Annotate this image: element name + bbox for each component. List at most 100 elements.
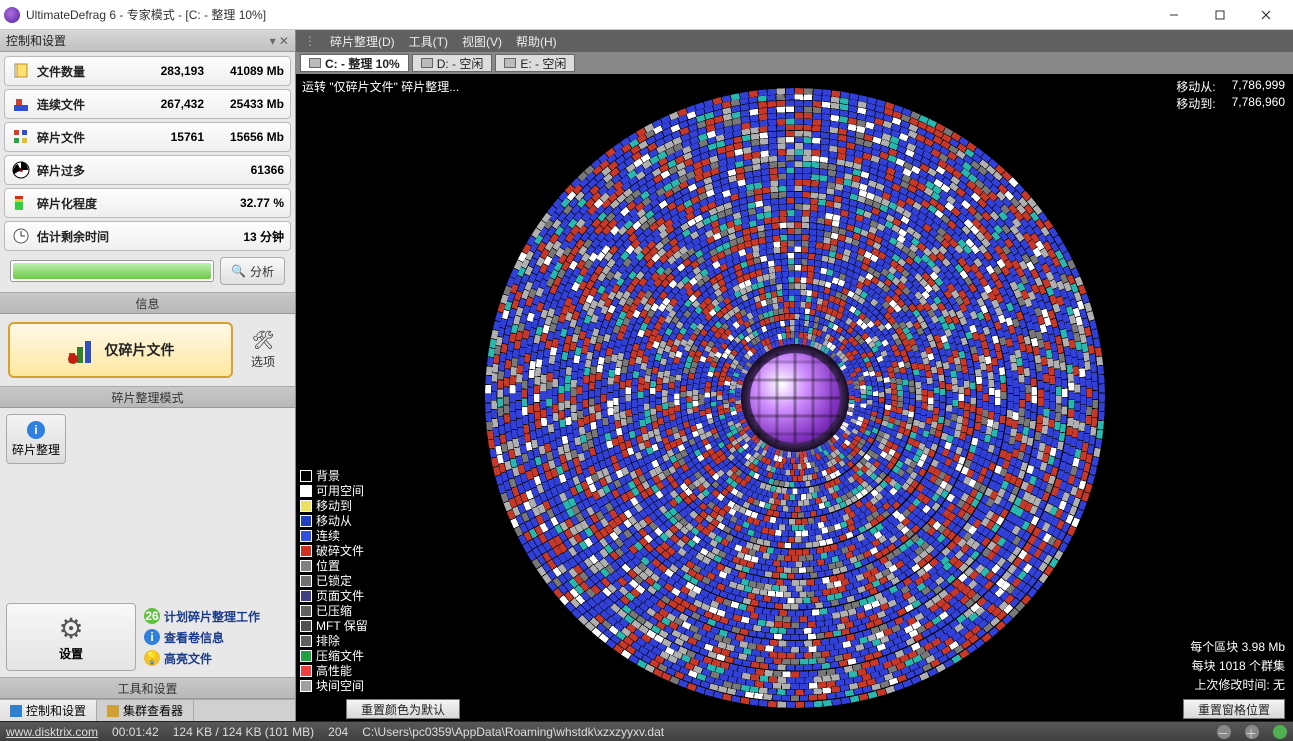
legend-item[interactable]: 块间空间 xyxy=(300,678,368,693)
search-icon: 🔍 xyxy=(231,264,246,278)
link-highlight[interactable]: 💡 高亮文件 xyxy=(144,650,289,667)
menu-view[interactable]: 视图(V) xyxy=(462,33,502,50)
sidebar: 控制和设置 ▾ ✕ 文件数量 283,193 41089 Mb 连续文件 267… xyxy=(0,30,296,721)
stat-fragmented: 碎片文件 15761 15656 Mb xyxy=(4,122,291,152)
legend-item[interactable]: 位置 xyxy=(300,558,368,573)
link-volume-info[interactable]: i 查看卷信息 xyxy=(144,629,289,646)
analyze-button[interactable]: 🔍 分析 xyxy=(220,257,285,285)
calendar-icon: 26 xyxy=(144,608,160,624)
progress-bar xyxy=(10,260,214,282)
status-count: 204 xyxy=(328,725,348,739)
legend-item[interactable]: MFT 保留 xyxy=(300,618,368,633)
settings-button[interactable]: ⚙ 设置 xyxy=(6,603,136,671)
link-schedule[interactable]: 26 计划碎片整理工作 xyxy=(144,608,289,625)
legend-swatch xyxy=(300,605,312,617)
bars-icon xyxy=(67,335,97,365)
menubar: ⋮ 碎片整理(D) 工具(T) 视图(V) 帮助(H) xyxy=(296,30,1293,52)
stat-excess-frag: 碎片过多 61366 xyxy=(4,155,291,185)
legend-item[interactable]: 页面文件 xyxy=(300,588,368,603)
viz-block-info: 每个區块 3.98 Mb 每块 1018 个群集 上次修改时间: 无 xyxy=(1190,636,1285,693)
legend-swatch xyxy=(300,515,312,527)
maximize-button[interactable] xyxy=(1197,0,1243,30)
content-area: ⋮ 碎片整理(D) 工具(T) 视图(V) 帮助(H) C: - 整理 10% … xyxy=(296,30,1293,721)
panel-icon xyxy=(10,705,22,717)
legend-item[interactable]: 可用空间 xyxy=(300,483,368,498)
vendor-link[interactable]: www.disktrix.com xyxy=(6,725,98,739)
disk-visualization[interactable]: 运转 "仅碎片文件" 碎片整理... 移动从:7,786,999 移动到:7,7… xyxy=(296,74,1293,721)
options-button[interactable]: 🛠 选项 xyxy=(239,322,287,378)
gear-icon: ⚙ xyxy=(58,612,83,645)
reset-window-button[interactable]: 重置窗格位置 xyxy=(1183,699,1285,719)
stat-frag-level: 碎片化程度 32.77 % xyxy=(4,188,291,218)
gauge-icon xyxy=(11,193,31,213)
legend-swatch xyxy=(300,560,312,572)
menu-help[interactable]: 帮助(H) xyxy=(516,33,557,50)
tools-icon: 🛠 xyxy=(252,330,275,351)
viz-move-stats: 移动从:7,786,999 移动到:7,786,960 xyxy=(1176,78,1285,112)
legend-swatch xyxy=(300,545,312,557)
legend-item[interactable]: 已压缩 xyxy=(300,603,368,618)
legend-swatch xyxy=(300,680,312,692)
legend-label: 块间空间 xyxy=(316,677,364,694)
drive-tab-d[interactable]: D: - 空闲 xyxy=(412,54,493,72)
fragmented-icon xyxy=(11,127,31,147)
legend-swatch xyxy=(300,650,312,662)
drive-tab-c[interactable]: C: - 整理 10% xyxy=(300,54,409,72)
legend-item[interactable]: 背景 xyxy=(300,468,368,483)
legend-item[interactable]: 压缩文件 xyxy=(300,648,368,663)
close-button[interactable] xyxy=(1243,0,1289,30)
minimize-button[interactable] xyxy=(1151,0,1197,30)
drive-tabs: C: - 整理 10% D: - 空闲 E: - 空闲 xyxy=(296,52,1293,74)
zoom-in-icon[interactable]: ＋ xyxy=(1245,725,1259,739)
info-section-label: 信息 xyxy=(0,292,295,314)
defrag-tab-button[interactable]: i 碎片整理 xyxy=(6,414,66,464)
legend-swatch xyxy=(300,575,312,587)
stat-contiguous: 连续文件 267,432 25433 Mb xyxy=(4,89,291,119)
info-icon: i xyxy=(144,629,160,645)
legend-swatch xyxy=(300,485,312,497)
legend-swatch xyxy=(300,620,312,632)
defrag-mode-button[interactable]: 仅碎片文件 xyxy=(8,322,233,378)
bottom-tab-control[interactable]: 控制和设置 xyxy=(0,700,97,721)
info-icon: i xyxy=(27,421,45,439)
menu-defrag[interactable]: 碎片整理(D) xyxy=(330,33,395,50)
radiation-icon xyxy=(11,160,31,180)
clock-icon xyxy=(11,226,31,246)
mode-section-label: 碎片整理模式 xyxy=(0,386,295,408)
drive-icon xyxy=(421,58,433,68)
window-title: UltimateDefrag 6 - 专家模式 - [C: - 整理 10%] xyxy=(26,6,1151,23)
legend-item[interactable]: 排除 xyxy=(300,633,368,648)
drive-icon xyxy=(309,58,321,68)
dropdown-icon: ▾ ✕ xyxy=(270,34,289,48)
status-icon[interactable] xyxy=(1273,725,1287,739)
legend: 背景可用空间移动到移动从连续破碎文件位置已锁定页面文件已压缩MFT 保留排除压缩… xyxy=(300,468,368,693)
menu-tools[interactable]: 工具(T) xyxy=(409,33,448,50)
stat-time-remaining: 估计剩余时间 13 分钟 xyxy=(4,221,291,251)
files-icon xyxy=(11,61,31,81)
legend-swatch xyxy=(300,470,312,482)
bottom-tab-cluster[interactable]: 集群查看器 xyxy=(97,700,194,721)
viz-status: 运转 "仅碎片文件" 碎片整理... xyxy=(302,78,459,95)
legend-swatch xyxy=(300,665,312,677)
contiguous-icon xyxy=(11,94,31,114)
legend-swatch xyxy=(300,500,312,512)
legend-swatch xyxy=(300,530,312,542)
sidebar-header-label: 控制和设置 xyxy=(6,32,66,49)
current-file-path: C:\Users\pc0359\AppData\Roaming\whstdk\x… xyxy=(362,725,664,739)
tools-section-label: 工具和设置 xyxy=(0,677,295,699)
sidebar-header[interactable]: 控制和设置 ▾ ✕ xyxy=(0,30,295,52)
reset-colors-button[interactable]: 重置颜色为默认 xyxy=(346,699,460,719)
legend-item[interactable]: 移动到 xyxy=(300,498,368,513)
elapsed-time: 00:01:42 xyxy=(112,725,159,739)
legend-item[interactable]: 连续 xyxy=(300,528,368,543)
drive-tab-e[interactable]: E: - 空闲 xyxy=(495,54,575,72)
legend-item[interactable]: 已锁定 xyxy=(300,573,368,588)
app-icon xyxy=(4,7,20,23)
legend-item[interactable]: 高性能 xyxy=(300,663,368,678)
legend-swatch xyxy=(300,590,312,602)
drive-icon xyxy=(504,58,516,68)
bulb-icon: 💡 xyxy=(144,650,160,666)
legend-item[interactable]: 破碎文件 xyxy=(300,543,368,558)
legend-item[interactable]: 移动从 xyxy=(300,513,368,528)
zoom-out-icon[interactable]: － xyxy=(1217,725,1231,739)
